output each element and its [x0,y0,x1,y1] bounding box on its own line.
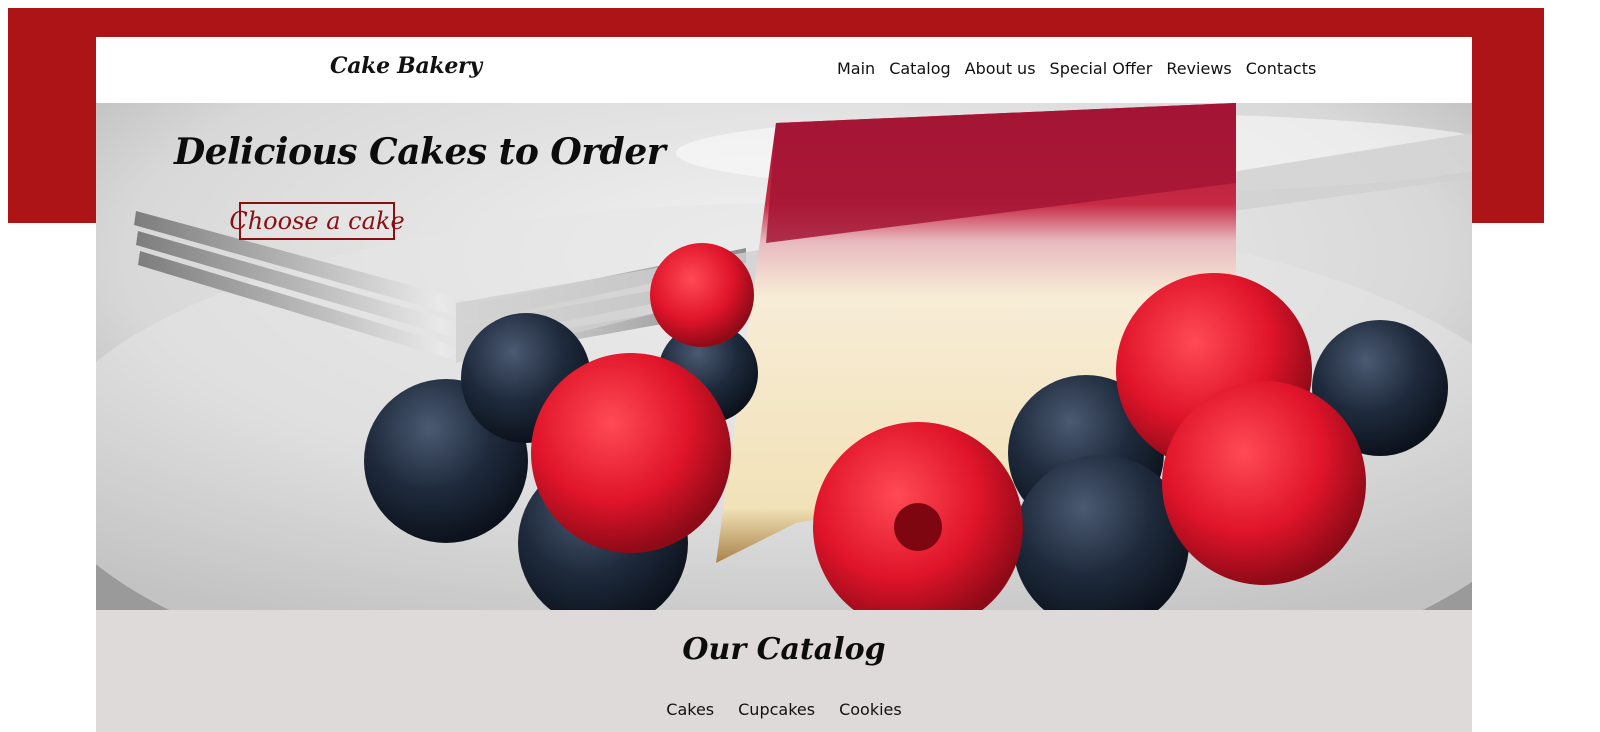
choose-cake-button[interactable]: Choose a cake [229,202,405,240]
tab-cakes[interactable]: Cakes [666,700,714,719]
cheesecake-photo [96,103,1472,610]
site-header: Cake Bakery Main Catalog About us Specia… [96,37,1472,103]
nav-contacts[interactable]: Contacts [1246,59,1317,78]
hero-banner: Delicious Cakes to Order Choose a cake [96,103,1472,610]
nav-special-offer[interactable]: Special Offer [1050,59,1153,78]
hero-title: Delicious Cakes to Order [174,131,666,173]
tab-cupcakes[interactable]: Cupcakes [738,700,815,719]
catalog-tabs: Cakes Cupcakes Cookies [96,700,1472,719]
catalog-title: Our Catalog [682,632,886,667]
catalog-section: Our Catalog Cakes Cupcakes Cookies [96,610,1472,732]
nav-reviews[interactable]: Reviews [1166,59,1231,78]
nav-main[interactable]: Main [837,59,875,78]
tab-cookies[interactable]: Cookies [839,700,902,719]
logo[interactable]: Cake Bakery [330,53,482,79]
nav-catalog[interactable]: Catalog [889,59,950,78]
main-nav: Main Catalog About us Special Offer Revi… [837,59,1316,78]
site-container: Cake Bakery Main Catalog About us Specia… [96,37,1472,732]
nav-about-us[interactable]: About us [965,59,1036,78]
